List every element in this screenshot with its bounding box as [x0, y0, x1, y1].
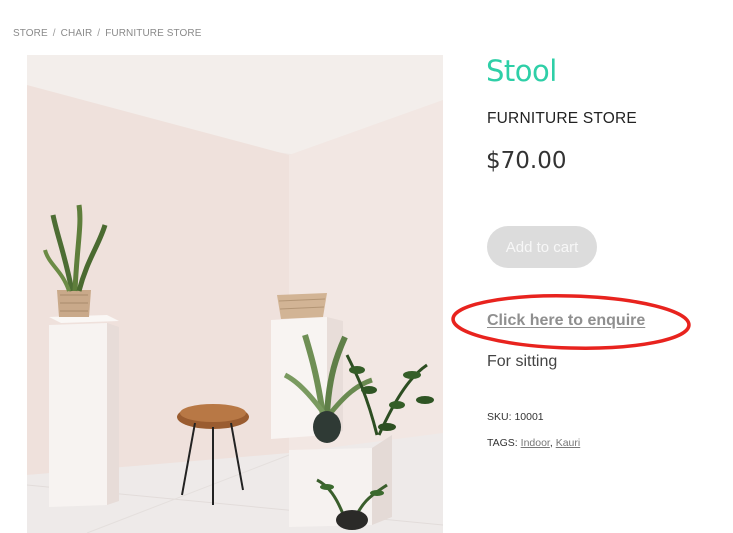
- breadcrumb-separator: /: [97, 28, 101, 39]
- breadcrumb: STORE / CHAIR / FURNITURE STORE: [13, 28, 202, 39]
- tag-separator: ,: [549, 437, 553, 449]
- enquire-link[interactable]: Click here to enquire: [487, 312, 645, 330]
- store-name: FURNITURE STORE: [487, 110, 637, 127]
- breadcrumb-chair[interactable]: CHAIR: [61, 28, 93, 39]
- sku-value: 10001: [514, 411, 544, 423]
- tag-indoor[interactable]: Indoor: [521, 437, 550, 449]
- product-description: For sitting: [487, 353, 558, 370]
- sku-line: SKU: 10001: [487, 411, 544, 423]
- tags-label: TAGS:: [487, 437, 518, 449]
- breadcrumb-furniture-store[interactable]: FURNITURE STORE: [105, 28, 201, 39]
- product-photo[interactable]: [27, 55, 443, 533]
- breadcrumb-store[interactable]: STORE: [13, 28, 48, 39]
- product-price: $70.00: [486, 148, 567, 174]
- tags-line: TAGS: Indoor, Kauri: [487, 437, 580, 449]
- breadcrumb-separator: /: [52, 28, 56, 39]
- product-title: Stool: [486, 54, 557, 88]
- add-to-cart-button[interactable]: Add to cart: [487, 226, 597, 268]
- product-photo-illustration: [27, 55, 443, 533]
- tag-kauri[interactable]: Kauri: [556, 437, 581, 449]
- sku-label: SKU:: [487, 411, 512, 423]
